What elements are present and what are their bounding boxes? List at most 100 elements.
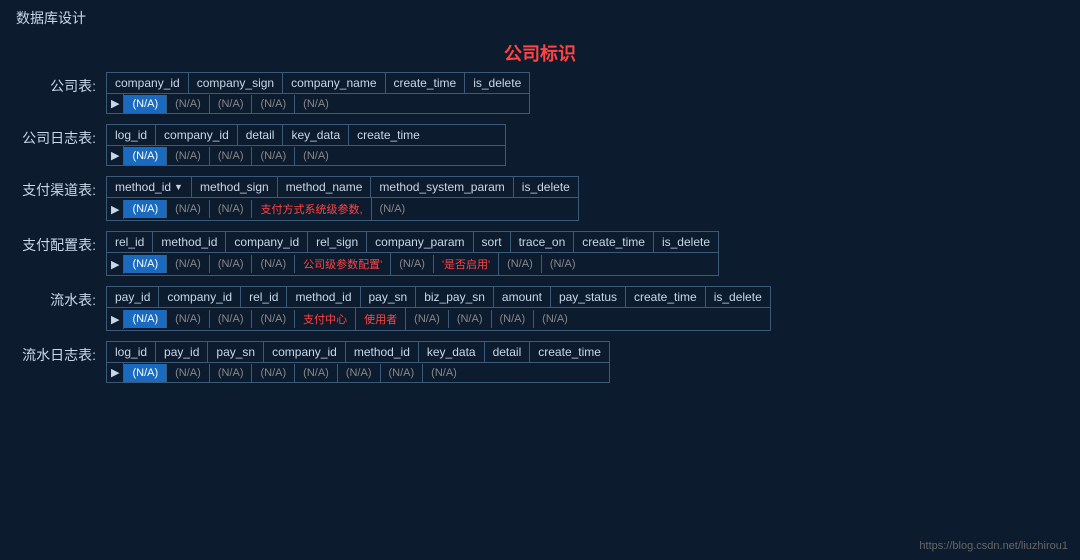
arrow-cell-0: ▶	[107, 94, 124, 113]
arrow-cell-2: ▶	[107, 200, 124, 219]
body-cell-3-0: (N/A)	[124, 255, 167, 273]
header-cell-4-9: is_delete	[706, 287, 770, 307]
body-cell-3-5: (N/A)	[391, 255, 434, 273]
body-cell-3-8: (N/A)	[542, 255, 584, 273]
table-row-0: 公司表:company_idcompany_signcompany_namecr…	[16, 72, 1064, 114]
arrow-cell-1: ▶	[107, 146, 124, 165]
header-cell-1-4: create_time	[349, 125, 428, 145]
db-table-0: company_idcompany_signcompany_namecreate…	[106, 72, 530, 114]
body-cell-1-2: (N/A)	[210, 147, 253, 165]
center-label: 公司标识	[16, 40, 1064, 66]
table-row-5: 流水日志表:log_idpay_idpay_sncompany_idmethod…	[16, 341, 1064, 383]
body-cell-3-2: (N/A)	[210, 255, 253, 273]
header-cell-5-3: company_id	[264, 342, 346, 362]
header-cell-4-5: biz_pay_sn	[416, 287, 494, 307]
table-row-3: 支付配置表:rel_idmethod_idcompany_idrel_signc…	[16, 231, 1064, 276]
body-cell-4-6: (N/A)	[406, 310, 449, 328]
body-cell-1-0: (N/A)	[124, 147, 167, 165]
body-cell-3-7: (N/A)	[499, 255, 542, 273]
table-label-3: 支付配置表:	[16, 231, 106, 255]
header-cell-0-1: company_sign	[189, 73, 283, 93]
body-cell-5-7: (N/A)	[423, 364, 465, 382]
body-cell-4-8: (N/A)	[492, 310, 535, 328]
body-cell-1-3: (N/A)	[252, 147, 295, 165]
header-cell-2-1: method_sign	[192, 177, 278, 197]
header-cell-5-0: log_id	[107, 342, 156, 362]
arrow-cell-5: ▶	[107, 363, 124, 382]
db-table-5: log_idpay_idpay_sncompany_idmethod_idkey…	[106, 341, 610, 383]
header-cell-1-0: log_id	[107, 125, 156, 145]
header-cell-3-4: company_param	[367, 232, 473, 252]
table-row-4: 流水表:pay_idcompany_idrel_idmethod_idpay_s…	[16, 286, 1064, 331]
header-cell-5-1: pay_id	[156, 342, 208, 362]
body-cell-0-4: (N/A)	[295, 95, 337, 113]
body-cell-0-2: (N/A)	[210, 95, 253, 113]
body-cell-4-7: (N/A)	[449, 310, 492, 328]
table-label-5: 流水日志表:	[16, 341, 106, 365]
header-cell-5-2: pay_sn	[208, 342, 264, 362]
body-cell-4-3: (N/A)	[252, 310, 295, 328]
db-table-3: rel_idmethod_idcompany_idrel_signcompany…	[106, 231, 719, 276]
body-cell-0-0: (N/A)	[124, 95, 167, 113]
body-cell-3-4: 公司级参数配置'	[295, 253, 391, 275]
body-cell-4-0: (N/A)	[124, 310, 167, 328]
body-cell-4-1: (N/A)	[167, 310, 210, 328]
body-cell-2-4: (N/A)	[372, 200, 414, 218]
header-cell-4-3: method_id	[287, 287, 360, 307]
header-cell-4-6: amount	[494, 287, 551, 307]
header-cell-4-8: create_time	[626, 287, 706, 307]
body-cell-3-6: '是否启用'	[434, 253, 499, 275]
arrow-cell-4: ▶	[107, 310, 124, 329]
header-cell-4-0: pay_id	[107, 287, 159, 307]
header-cell-4-7: pay_status	[551, 287, 626, 307]
body-cell-2-0: (N/A)	[124, 200, 167, 218]
header-cell-3-1: method_id	[153, 232, 226, 252]
body-cell-0-3: (N/A)	[252, 95, 295, 113]
header-cell-5-5: key_data	[419, 342, 485, 362]
header-cell-2-4: is_delete	[514, 177, 578, 197]
db-table-2: method_id▼method_signmethod_namemethod_s…	[106, 176, 579, 221]
body-cell-3-3: (N/A)	[252, 255, 295, 273]
body-cell-1-1: (N/A)	[167, 147, 210, 165]
header-cell-3-7: create_time	[574, 232, 654, 252]
body-cell-5-0: (N/A)	[124, 364, 167, 382]
header-cell-4-1: company_id	[159, 287, 241, 307]
header-cell-3-2: company_id	[226, 232, 308, 252]
body-cell-5-4: (N/A)	[295, 364, 338, 382]
header-cell-5-6: detail	[485, 342, 531, 362]
body-cell-2-1: (N/A)	[167, 200, 210, 218]
header-cell-0-4: is_delete	[465, 73, 529, 93]
header-cell-1-2: detail	[238, 125, 284, 145]
body-cell-3-1: (N/A)	[167, 255, 210, 273]
arrow-cell-3: ▶	[107, 255, 124, 274]
page-title: 数据库设计	[0, 0, 1080, 36]
db-table-1: log_idcompany_iddetailkey_datacreate_tim…	[106, 124, 506, 166]
db-table-4: pay_idcompany_idrel_idmethod_idpay_snbiz…	[106, 286, 771, 331]
table-label-4: 流水表:	[16, 286, 106, 310]
header-cell-3-0: rel_id	[107, 232, 153, 252]
header-cell-3-3: rel_sign	[308, 232, 367, 252]
table-row-2: 支付渠道表:method_id▼method_signmethod_nameme…	[16, 176, 1064, 221]
body-cell-4-2: (N/A)	[210, 310, 253, 328]
body-cell-4-4: 支付中心	[295, 308, 356, 330]
body-cell-5-3: (N/A)	[252, 364, 295, 382]
header-cell-2-0: method_id▼	[107, 177, 192, 197]
body-cell-2-3: 支付方式系统级参数,	[252, 198, 371, 220]
body-cell-2-2: (N/A)	[210, 200, 253, 218]
header-cell-1-1: company_id	[156, 125, 238, 145]
header-cell-5-7: create_time	[530, 342, 609, 362]
table-label-2: 支付渠道表:	[16, 176, 106, 200]
header-cell-0-3: create_time	[386, 73, 466, 93]
body-cell-0-1: (N/A)	[167, 95, 210, 113]
header-cell-2-3: method_system_param	[371, 177, 513, 197]
header-cell-0-2: company_name	[283, 73, 385, 93]
header-cell-4-4: pay_sn	[361, 287, 417, 307]
header-cell-3-6: trace_on	[511, 232, 575, 252]
body-cell-4-5: 使用者	[356, 308, 406, 330]
table-label-0: 公司表:	[16, 72, 106, 96]
header-cell-3-5: sort	[474, 232, 511, 252]
header-cell-5-4: method_id	[346, 342, 419, 362]
body-cell-5-2: (N/A)	[210, 364, 253, 382]
table-row-1: 公司日志表:log_idcompany_iddetailkey_datacrea…	[16, 124, 1064, 166]
body-cell-5-5: (N/A)	[338, 364, 381, 382]
